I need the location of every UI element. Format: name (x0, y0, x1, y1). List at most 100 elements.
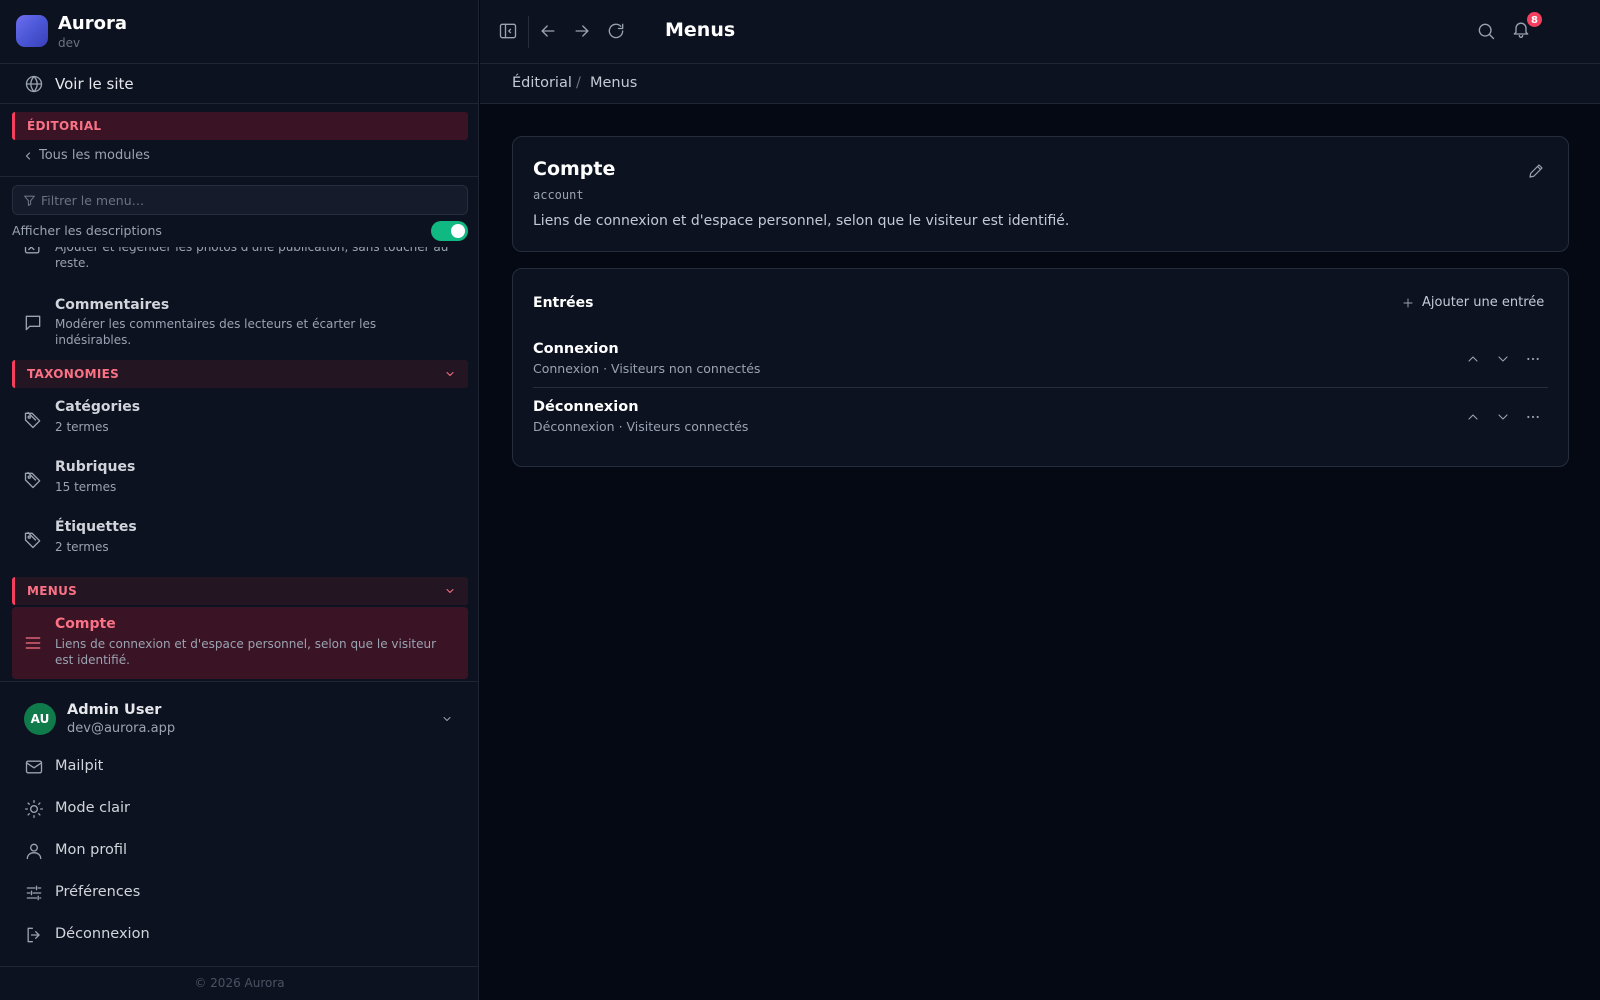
user-email: dev@aurora.app (67, 721, 176, 736)
group-taxonomies[interactable]: TAXONOMIES (12, 360, 468, 388)
chevron-up-icon (1468, 414, 1478, 420)
move-down-button[interactable] (1494, 350, 1512, 368)
move-up-button[interactable] (1464, 408, 1482, 426)
menu-info-card: Compte account Liens de connexion et d'e… (512, 136, 1569, 252)
sidebar-item-desc: 2 termes (55, 420, 109, 434)
arrow-right-icon (575, 25, 589, 37)
tag-icon (24, 411, 41, 429)
menu-filter-input[interactable] (41, 191, 451, 209)
light-mode-button[interactable]: Mode clair (0, 789, 479, 829)
sun-icon (25, 800, 43, 818)
list-item[interactable]: Connexion Connexion · Visiteurs non conn… (533, 331, 1548, 388)
sidebar-item-compte[interactable]: Compte Liens de connexion et d'espace pe… (12, 607, 468, 679)
divider (528, 16, 529, 48)
menu-filter-field[interactable] (12, 185, 468, 215)
sidebar-item-etiquettes[interactable]: Étiquettes 2 termes (12, 517, 468, 569)
user-icon (26, 843, 42, 860)
sidebar-item-title: Étiquettes (55, 519, 137, 535)
tag-icon (24, 471, 41, 489)
all-modules-label: Tous les modules (39, 148, 150, 163)
sidebar-item-title: Catégories (55, 399, 141, 415)
toggle-sidebar-button[interactable] (498, 21, 520, 43)
user-name: Admin User (67, 702, 162, 718)
back-button[interactable] (538, 21, 560, 43)
breadcrumb: Éditorial / Menus (480, 64, 1600, 104)
sidebar-item-desc: 15 termes (55, 480, 117, 494)
search-button[interactable] (1476, 21, 1498, 43)
preferences-link[interactable]: Préférences (0, 873, 479, 913)
add-entry-button[interactable]: Ajouter une entrée (1401, 291, 1551, 315)
group-label: MENUS (27, 584, 78, 598)
group-label: TAXONOMIES (27, 367, 120, 381)
breadcrumb-separator: / (576, 75, 581, 91)
divider (0, 681, 479, 682)
sidebar-item-title: Rubriques (55, 459, 136, 475)
menu-slug: account (533, 188, 584, 202)
list-item[interactable]: Déconnexion Déconnexion · Visiteurs conn… (533, 389, 1548, 446)
sidebar-item-title: Compte (55, 616, 116, 632)
filter-icon (24, 195, 35, 206)
chevron-down-icon (446, 589, 454, 593)
mailpit-link[interactable]: Mailpit (0, 747, 479, 787)
mail-icon (25, 760, 43, 774)
sidebar-item-desc: Ajouter et légender les photos d'une pub… (55, 247, 449, 270)
logout-icon (27, 927, 40, 943)
entries-card: Entrées Ajouter une entrée Connexion Con… (512, 268, 1569, 467)
chevron-down-icon (1498, 414, 1508, 420)
chevron-down-icon (446, 372, 454, 376)
sidebar-item-desc: Modérer les commentaires des lecteurs et… (55, 317, 377, 347)
divider (0, 966, 479, 967)
sidebar-nav[interactable]: Ajouter et légender les photos d'une pub… (0, 247, 479, 681)
entry-subtitle: Connexion · Visiteurs non connectés (533, 361, 761, 376)
bottom-item-label: Mailpit (55, 758, 104, 774)
bottom-item-label: Préférences (55, 884, 141, 900)
sidebar-item-comments[interactable]: Commentaires Modérer les commentaires de… (12, 293, 468, 353)
chevron-down-icon (443, 717, 451, 721)
breadcrumb-item[interactable]: Éditorial (512, 75, 572, 91)
more-actions-button[interactable] (1524, 350, 1542, 368)
refresh-icon (608, 23, 624, 39)
reload-button[interactable] (606, 21, 628, 43)
entry-subtitle: Déconnexion · Visiteurs connectés (533, 419, 749, 434)
page-title: Menus (665, 19, 736, 41)
chevron-down-icon (1498, 356, 1508, 362)
comment-icon (25, 315, 41, 331)
brand-header[interactable]: Aurora dev (0, 0, 479, 64)
bottom-item-label: Mode clair (55, 800, 130, 816)
sidebar-item-media[interactable]: Ajouter et légender les photos d'une pub… (12, 247, 468, 281)
more-horizontal-icon (1527, 415, 1539, 419)
sidebar-item-desc: 2 termes (55, 540, 109, 554)
sidebar-item-desc: Liens de connexion et d'espace personnel… (55, 637, 437, 667)
top-bar: Menus 8 (480, 0, 1600, 64)
sidebar-item-categories[interactable]: Catégories 2 termes (12, 397, 468, 449)
my-profile-link[interactable]: Mon profil (0, 831, 479, 871)
globe-icon (25, 75, 43, 93)
move-down-button[interactable] (1494, 408, 1512, 426)
more-actions-button[interactable] (1524, 408, 1542, 426)
sliders-icon (26, 885, 42, 901)
notification-badge: 8 (1526, 11, 1543, 28)
edit-menu-button[interactable] (1527, 162, 1545, 180)
chevron-left-icon (25, 152, 31, 160)
sidebar-item-title: Commentaires (55, 297, 170, 313)
brand-name: Aurora (58, 13, 128, 34)
logout-button[interactable]: Déconnexion (0, 915, 479, 955)
sidebar-item-rubriques[interactable]: Rubriques 15 termes (12, 457, 468, 509)
group-menus[interactable]: MENUS (12, 577, 468, 605)
forward-button[interactable] (572, 21, 594, 43)
divider (0, 176, 479, 177)
menu-description: Liens de connexion et d'espace personnel… (533, 213, 1070, 229)
move-up-button[interactable] (1464, 350, 1482, 368)
show-descriptions-toggle[interactable] (431, 221, 468, 241)
search-icon (1478, 23, 1495, 40)
visit-site-link[interactable]: Voir le site (0, 64, 479, 104)
plus-icon (1403, 298, 1413, 308)
sidebar: Aurora dev Voir le site ÉDITORIAL Tous l… (0, 0, 479, 1000)
menu-title: Compte (533, 158, 616, 180)
bottom-item-label: Déconnexion (55, 926, 150, 942)
add-entry-label: Ajouter une entrée (1422, 295, 1545, 310)
brand-logo (16, 15, 48, 47)
entry-title: Déconnexion (533, 399, 639, 415)
avatar: AU (24, 703, 56, 735)
module-name: ÉDITORIAL (27, 119, 102, 133)
